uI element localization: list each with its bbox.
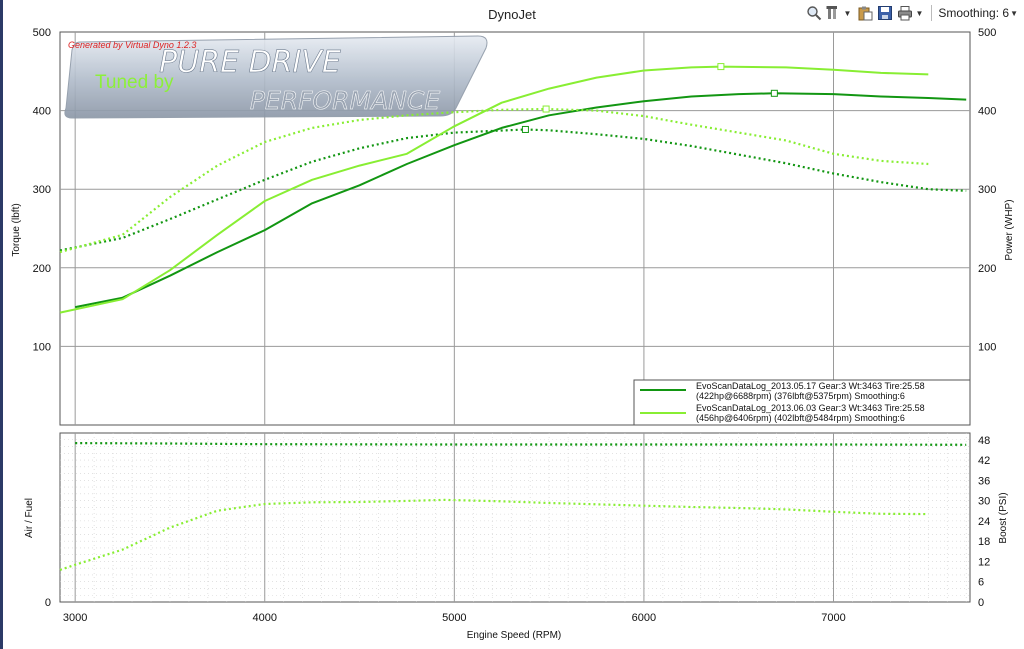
x-tick-label: 3000 — [63, 612, 87, 624]
y2-axis-title-power: Power (WHP) — [1004, 199, 1015, 260]
logo-line2: PERFORMANCE — [250, 86, 440, 115]
legend-entry-2-line1: EvoScanDataLog_2013.06.03 Gear:3 Wt:3463… — [696, 403, 925, 413]
legend: EvoScanDataLog_2013.05.17 Gear:3 Wt:3463… — [633, 379, 971, 426]
peak-marker — [770, 89, 778, 97]
y2-tick-label: 300 — [978, 184, 996, 196]
legend-entry-1-line1: EvoScanDataLog_2013.05.17 Gear:3 Wt:3463… — [696, 381, 925, 391]
y2-tick-label: 24 — [978, 516, 990, 528]
peak-marker — [542, 105, 550, 113]
x-tick-label: 5000 — [442, 612, 466, 624]
y2-tick-label: 0 — [978, 597, 984, 609]
x-axis-title: Engine Speed (RPM) — [467, 630, 562, 641]
x-tick-label: 6000 — [632, 612, 656, 624]
y2-tick-label: 6 — [978, 577, 984, 589]
y2-tick-label: 48 — [978, 435, 990, 447]
tuned-by-text: Tuned by — [95, 72, 174, 93]
x-tick-label: 4000 — [253, 612, 277, 624]
y-tick-label: 300 — [33, 184, 51, 196]
y2-tick-label: 42 — [978, 455, 990, 467]
peak-marker — [717, 63, 725, 71]
legend-entry-2-line2: (456hp@6406rpm) (402lbft@5484rpm) Smooth… — [696, 413, 905, 423]
y2-tick-label: 500 — [978, 27, 996, 39]
y-tick-label: 200 — [33, 263, 51, 275]
logo-line1: PURE DRIVE — [159, 45, 341, 80]
y2-tick-label: 36 — [978, 475, 990, 487]
peak-marker — [521, 125, 529, 133]
y2-tick-label: 18 — [978, 536, 990, 548]
generated-by-text: Generated by Virtual Dyno 1.2.3 — [68, 40, 196, 50]
y-tick-label: 400 — [33, 106, 51, 118]
y2-tick-label: 30 — [978, 496, 990, 508]
y2-axis-title-boost: Boost (PSI) — [998, 492, 1009, 543]
y2-tick-label: 12 — [978, 556, 990, 568]
y-axis-title-torque: Torque (lbft) — [11, 203, 22, 256]
y2-tick-label: 200 — [978, 263, 996, 275]
x-tick-label: 7000 — [821, 612, 845, 624]
y-tick-label: 100 — [33, 341, 51, 353]
y2-tick-label: 100 — [978, 341, 996, 353]
dyno-chart: PURE DRIVE PERFORMANCE Generated by Virt… — [11, 27, 1015, 641]
y-tick-label: 500 — [33, 27, 51, 39]
y-axis-title-airfuel: Air / Fuel — [24, 498, 35, 538]
y-tick-label: 0 — [45, 597, 51, 609]
y2-tick-label: 400 — [978, 106, 996, 118]
legend-entry-1-line2: (422hp@6688rpm) (376lbft@5375rpm) Smooth… — [696, 391, 905, 401]
